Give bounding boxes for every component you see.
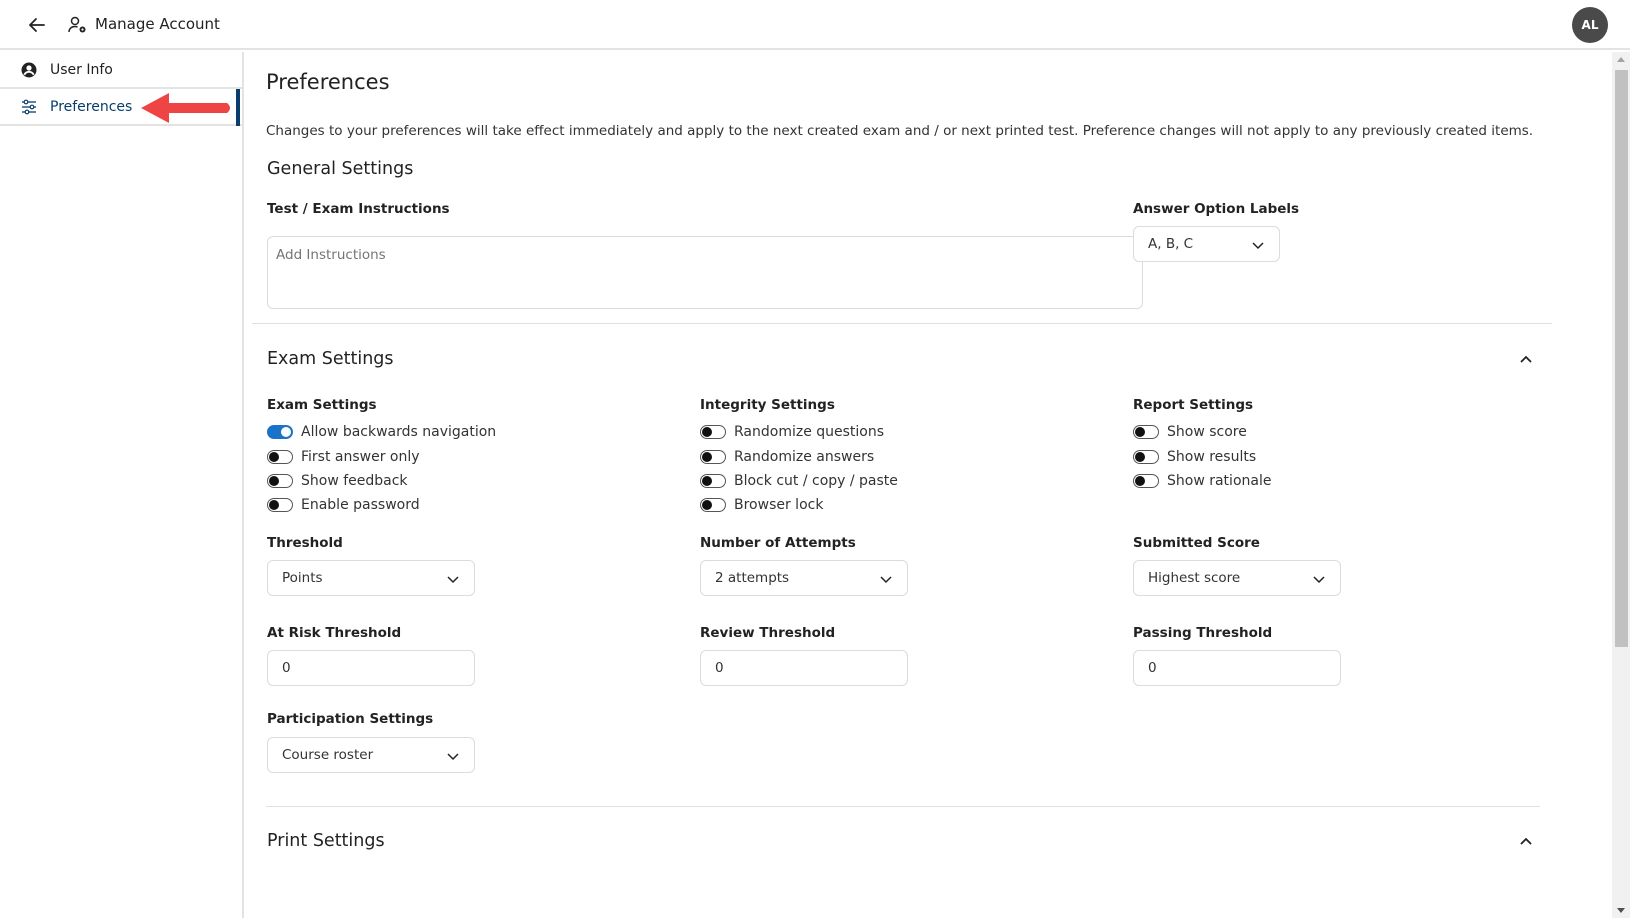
arrow-left-icon bbox=[29, 18, 45, 32]
at-risk-threshold-label: At Risk Threshold bbox=[267, 625, 402, 641]
toggle-switch[interactable] bbox=[700, 474, 726, 488]
attempts-value: 2 attempts bbox=[715, 570, 790, 586]
toggle-switch[interactable] bbox=[267, 498, 293, 512]
chevron-down-icon bbox=[447, 753, 459, 761]
sidebar-item-label: Preferences bbox=[50, 98, 133, 115]
chevron-up-icon bbox=[1520, 355, 1532, 363]
toggle-switch[interactable] bbox=[1133, 450, 1159, 464]
chevron-down-icon bbox=[880, 576, 892, 584]
toggle-enable-password[interactable]: Enable password bbox=[267, 494, 420, 516]
scroll-down-arrow-icon[interactable] bbox=[1617, 908, 1625, 913]
print-settings-title: Print Settings bbox=[267, 831, 385, 851]
review-threshold-input[interactable] bbox=[700, 650, 908, 686]
toggle-label: Show feedback bbox=[301, 473, 408, 489]
page-title: Preferences bbox=[266, 70, 390, 94]
toggle-show-score[interactable]: Show score bbox=[1133, 421, 1247, 443]
toggle-switch[interactable] bbox=[267, 474, 293, 488]
attempts-label: Number of Attempts bbox=[700, 535, 856, 551]
at-risk-threshold-input[interactable] bbox=[267, 650, 475, 686]
user-gear-icon bbox=[68, 15, 88, 35]
sidebar-item-label: User Info bbox=[50, 61, 113, 78]
sidebar-item-user-info[interactable]: User Info bbox=[0, 52, 242, 89]
toggle-switch[interactable] bbox=[267, 450, 293, 464]
general-settings-title: General Settings bbox=[267, 159, 414, 179]
toggle-switch[interactable] bbox=[1133, 474, 1159, 488]
answer-labels-label: Answer Option Labels bbox=[1133, 201, 1300, 217]
back-button[interactable] bbox=[26, 14, 48, 36]
toggle-label: Enable password bbox=[301, 497, 420, 513]
participation-select[interactable]: Course roster bbox=[267, 737, 475, 773]
instructions-textarea[interactable] bbox=[267, 236, 1143, 309]
review-threshold-label: Review Threshold bbox=[700, 625, 836, 641]
submitted-score-value: Highest score bbox=[1148, 570, 1241, 586]
chevron-up-icon bbox=[1520, 837, 1532, 845]
main-content: Preferences Changes to your preferences … bbox=[252, 52, 1612, 918]
toggle-label: Show score bbox=[1167, 424, 1247, 440]
sliders-icon bbox=[20, 98, 38, 116]
exam-settings-collapse-button[interactable] bbox=[1516, 349, 1536, 369]
print-settings-collapse-button[interactable] bbox=[1516, 831, 1536, 851]
toggle-first-answer-only[interactable]: First answer only bbox=[267, 446, 420, 468]
chevron-down-icon bbox=[1313, 576, 1325, 584]
chevron-down-icon bbox=[447, 576, 459, 584]
passing-threshold-label: Passing Threshold bbox=[1133, 625, 1273, 641]
report-group-title: Report Settings bbox=[1133, 397, 1254, 413]
threshold-select[interactable]: Points bbox=[267, 560, 475, 596]
toggle-show-rationale[interactable]: Show rationale bbox=[1133, 470, 1271, 492]
participation-label: Participation Settings bbox=[267, 711, 434, 727]
passing-threshold-input[interactable] bbox=[1133, 650, 1341, 686]
annotation-arrow-icon bbox=[141, 90, 233, 130]
vertical-scrollbar[interactable] bbox=[1612, 52, 1630, 918]
toggle-label: Browser lock bbox=[734, 497, 824, 513]
toggle-label: Show results bbox=[1167, 449, 1257, 465]
chevron-down-icon bbox=[1252, 242, 1264, 250]
toggle-switch[interactable] bbox=[700, 498, 726, 512]
threshold-label: Threshold bbox=[267, 535, 343, 551]
toggle-label: Randomize questions bbox=[734, 424, 885, 440]
attempts-select[interactable]: 2 attempts bbox=[700, 560, 908, 596]
top-bar: Manage Account AL bbox=[0, 0, 1630, 50]
participation-value: Course roster bbox=[282, 747, 374, 763]
toggle-label: First answer only bbox=[301, 449, 420, 465]
toggle-switch[interactable] bbox=[267, 425, 293, 439]
answer-labels-value: A, B, C bbox=[1148, 236, 1194, 252]
toggle-randomize-answers[interactable]: Randomize answers bbox=[700, 446, 874, 468]
toggle-show-feedback[interactable]: Show feedback bbox=[267, 470, 408, 492]
exam-group-title: Exam Settings bbox=[267, 397, 377, 413]
user-circle-icon bbox=[20, 61, 38, 79]
toggle-show-results[interactable]: Show results bbox=[1133, 446, 1256, 468]
toggle-allow-backwards-navigation[interactable]: Allow backwards navigation bbox=[267, 421, 496, 443]
toggle-block-cut-copy-paste[interactable]: Block cut / copy / paste bbox=[700, 470, 898, 492]
toggle-label: Allow backwards navigation bbox=[301, 424, 497, 440]
scrollbar-thumb[interactable] bbox=[1615, 70, 1628, 647]
submitted-score-label: Submitted Score bbox=[1133, 535, 1260, 551]
toggle-browser-lock[interactable]: Browser lock bbox=[700, 494, 823, 516]
toggle-label: Randomize answers bbox=[734, 449, 875, 465]
toggle-label: Block cut / copy / paste bbox=[734, 473, 898, 489]
toggle-switch[interactable] bbox=[1133, 425, 1159, 439]
scroll-up-arrow-icon[interactable] bbox=[1617, 57, 1625, 62]
preferences-intro: Changes to your preferences will take ef… bbox=[266, 123, 1534, 139]
answer-labels-select[interactable]: A, B, C bbox=[1133, 226, 1280, 262]
avatar[interactable]: AL bbox=[1572, 7, 1608, 43]
exam-settings-title: Exam Settings bbox=[267, 349, 394, 369]
sidebar: User Info Preferences bbox=[0, 52, 244, 918]
integrity-group-title: Integrity Settings bbox=[700, 397, 835, 413]
instructions-label: Test / Exam Instructions bbox=[267, 201, 450, 217]
toggle-switch[interactable] bbox=[700, 450, 726, 464]
toggle-randomize-questions[interactable]: Randomize questions bbox=[700, 421, 884, 443]
divider bbox=[266, 806, 1540, 807]
page-header-title: Manage Account bbox=[95, 15, 220, 33]
toggle-label: Show rationale bbox=[1167, 473, 1272, 489]
submitted-score-select[interactable]: Highest score bbox=[1133, 560, 1341, 596]
divider bbox=[252, 323, 1552, 324]
threshold-value: Points bbox=[282, 570, 323, 586]
toggle-switch[interactable] bbox=[700, 425, 726, 439]
